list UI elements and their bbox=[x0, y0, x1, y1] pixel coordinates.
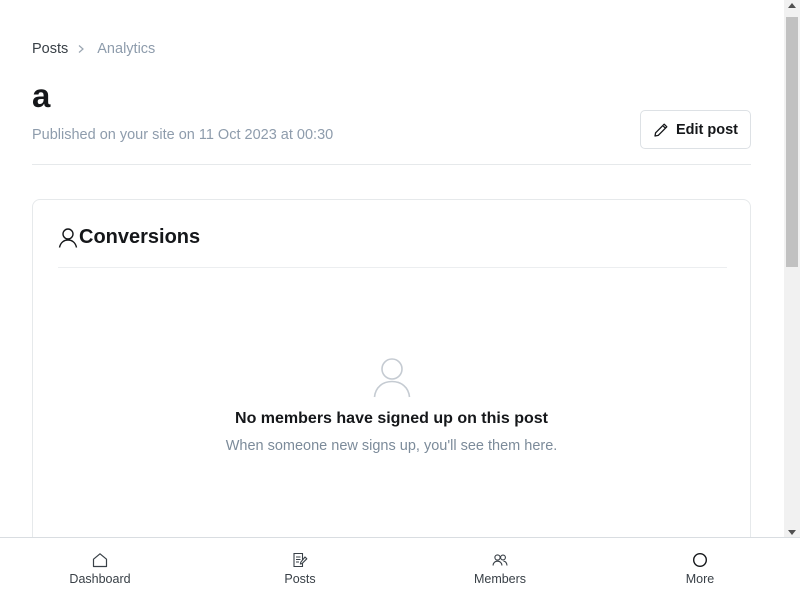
nav-item-posts[interactable]: Posts bbox=[200, 538, 400, 600]
chevron-right-icon bbox=[76, 42, 90, 56]
nav-item-more[interactable]: More bbox=[600, 538, 800, 600]
nav-label: More bbox=[685, 572, 715, 586]
nav-label: Members bbox=[473, 572, 527, 586]
nav-label: Posts bbox=[284, 572, 316, 586]
edit-post-button[interactable]: Edit post bbox=[640, 110, 751, 149]
breadcrumb: Posts Analytics bbox=[32, 40, 155, 58]
conversions-card: Conversions No members have signed up on… bbox=[32, 199, 751, 537]
pencil-icon bbox=[653, 122, 669, 138]
bottom-navigation: Dashboard Posts Members More bbox=[0, 537, 800, 600]
empty-state-title: No members have signed up on this post bbox=[235, 410, 548, 427]
scrollbar-thumb[interactable] bbox=[786, 17, 798, 267]
members-icon bbox=[492, 552, 508, 568]
scroll-up-arrow-icon[interactable] bbox=[788, 3, 796, 8]
page-title: a bbox=[32, 77, 51, 114]
divider bbox=[32, 164, 751, 165]
home-icon bbox=[92, 552, 108, 568]
breadcrumb-current: Analytics bbox=[97, 41, 156, 57]
posts-icon bbox=[292, 552, 308, 568]
card-header: Conversions bbox=[58, 226, 200, 249]
nav-item-dashboard[interactable]: Dashboard bbox=[0, 538, 200, 600]
divider bbox=[58, 267, 727, 268]
published-date: Published on your site on 11 Oct 2023 at… bbox=[32, 127, 334, 143]
nav-label: Dashboard bbox=[69, 572, 131, 586]
more-icon bbox=[692, 552, 708, 568]
edit-post-label: Edit post bbox=[675, 121, 739, 138]
main-content: Posts Analytics a Published on your site… bbox=[0, 0, 784, 537]
member-placeholder-icon bbox=[372, 357, 412, 399]
user-icon bbox=[58, 227, 79, 249]
breadcrumb-posts-link[interactable]: Posts bbox=[32, 41, 68, 57]
nav-item-members[interactable]: Members bbox=[400, 538, 600, 600]
card-title: Conversions bbox=[79, 226, 201, 248]
empty-state-subtitle: When someone new signs up, you'll see th… bbox=[225, 438, 558, 454]
scroll-down-arrow-icon[interactable] bbox=[788, 530, 796, 535]
vertical-scrollbar[interactable] bbox=[784, 0, 800, 537]
